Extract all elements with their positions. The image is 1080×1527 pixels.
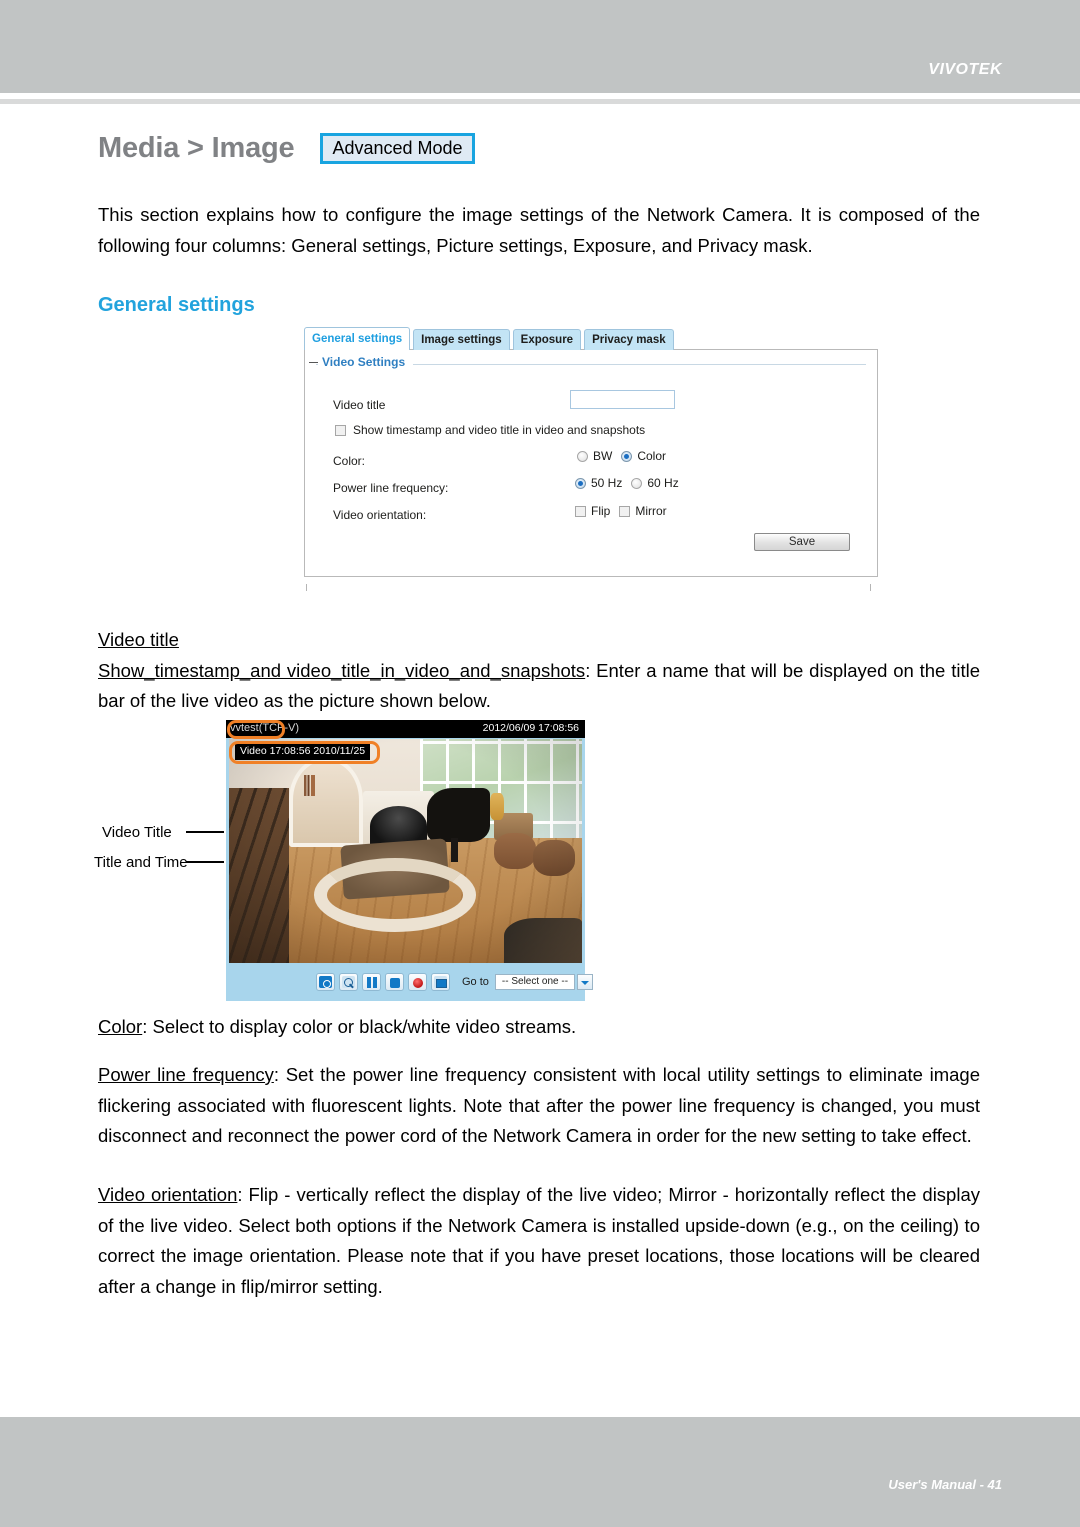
digital-zoom-button[interactable] xyxy=(339,973,358,991)
stop-button[interactable] xyxy=(385,973,404,991)
color-label: Color: xyxy=(333,454,366,468)
goto-select-value[interactable]: -- Select one -- xyxy=(494,974,576,990)
power-line-frequency-label: Power line frequency: xyxy=(333,481,449,495)
show-timestamp-term: Show_timestamp_and video_title_in_video_… xyxy=(98,659,586,681)
general-settings-panel-figure: General settings Image settings Exposure… xyxy=(304,327,878,600)
radio-color-icon[interactable] xyxy=(621,450,633,462)
tab-exposure[interactable]: Exposure xyxy=(512,329,582,350)
tab-general-settings[interactable]: General settings xyxy=(304,327,411,350)
video-control-bar: Go to -- Select one -- xyxy=(226,963,594,1001)
magnifier-icon xyxy=(342,976,355,988)
fullscreen-icon xyxy=(434,976,447,988)
power-option-50hz[interactable]: 50 Hz xyxy=(575,477,622,489)
power-option-60hz-label: 60 Hz xyxy=(647,476,679,490)
advanced-mode-badge[interactable]: Advanced Mode xyxy=(320,133,475,164)
settings-panel-body: Video Settings Video title Show timestam… xyxy=(304,349,878,577)
highlight-box-video-title xyxy=(227,720,285,739)
figure-tick-left xyxy=(306,584,307,591)
video-settings-legend: Video Settings xyxy=(318,356,414,368)
scene-vignette xyxy=(229,739,582,963)
power-line-frequency-paragraph: Power line frequency: Set the power line… xyxy=(98,1060,980,1152)
section-heading-general-settings: General settings xyxy=(98,294,255,316)
stop-icon xyxy=(388,976,401,988)
tab-image-settings[interactable]: Image settings xyxy=(413,329,510,350)
pause-button[interactable] xyxy=(362,973,381,991)
camera-icon xyxy=(319,976,332,988)
record-icon xyxy=(411,976,424,988)
highlight-box-title-and-time xyxy=(229,741,380,764)
video-title-term: Video title xyxy=(98,629,179,650)
color-option-bw-label: BW xyxy=(593,449,613,463)
page-title: Media > Image xyxy=(98,132,295,164)
checkbox-mirror-icon[interactable] xyxy=(619,505,631,517)
video-title-label: Video title xyxy=(333,398,386,412)
power-option-60hz[interactable]: 60 Hz xyxy=(631,476,679,490)
chevron-down-icon[interactable] xyxy=(577,974,594,990)
radio-bw-icon[interactable] xyxy=(577,450,588,462)
show-timestamp-row[interactable]: Show timestamp and video title in video … xyxy=(335,424,645,436)
color-option-color[interactable]: Color xyxy=(621,450,666,462)
collapse-dash-icon[interactable] xyxy=(309,362,318,363)
goto-select[interactable]: -- Select one -- xyxy=(494,974,594,990)
snapshot-button[interactable] xyxy=(316,973,335,991)
video-stage[interactable]: Video 17:08:56 2010/11/25 xyxy=(229,739,582,963)
intro-paragraph: This section explains how to configure t… xyxy=(98,204,980,256)
footer-page-label: User's Manual - 41 xyxy=(888,1477,1002,1492)
orientation-term: Video orientation xyxy=(98,1184,238,1205)
header-divider xyxy=(0,99,1080,104)
live-video-preview-figure: Video Title Title and Time vvtest(TCP-V)… xyxy=(94,720,594,1001)
tab-privacy-mask[interactable]: Privacy mask xyxy=(584,329,674,350)
color-option-bw[interactable]: BW xyxy=(577,450,612,462)
video-player: vvtest(TCP-V) 2012/06/09 17:08:56 Video … xyxy=(226,720,594,1001)
color-option-color-label: Color xyxy=(637,449,667,463)
video-orientation-label: Video orientation: xyxy=(333,508,427,522)
show-timestamp-checkbox[interactable] xyxy=(335,424,346,436)
power-line-term: Power line frequency xyxy=(98,1064,274,1085)
video-title-input[interactable] xyxy=(570,390,675,409)
record-button[interactable] xyxy=(408,973,427,991)
goto-label: Go to xyxy=(462,975,489,988)
page-header-band: VIVOTEK xyxy=(0,0,1080,93)
orientation-option-flip-label: Flip xyxy=(591,504,611,518)
radio-60hz-icon[interactable] xyxy=(631,477,643,489)
orientation-option-mirror-label: Mirror xyxy=(635,504,667,518)
vivotek-logo: VIVOTEK xyxy=(928,61,1002,78)
page-footer-band: User's Manual - 41 xyxy=(0,1417,1080,1527)
settings-tab-bar: General settings Image settings Exposure… xyxy=(304,327,677,350)
power-line-radio-group: 50 Hz 60 Hz xyxy=(575,477,688,489)
video-orientation-checkbox-group: Flip Mirror xyxy=(575,505,676,517)
page-title-row: Media > Image Advanced Mode xyxy=(98,133,475,164)
pause-icon xyxy=(365,976,378,988)
orientation-option-flip[interactable]: Flip xyxy=(575,505,610,517)
checkbox-flip-icon[interactable] xyxy=(575,505,586,517)
orientation-option-mirror[interactable]: Mirror xyxy=(619,504,667,518)
callout-video-title: Video Title xyxy=(102,824,172,841)
color-description: : Select to display color or black/white… xyxy=(142,1016,577,1037)
video-title-bar-timestamp: 2012/06/09 17:08:56 xyxy=(482,722,579,734)
color-radio-group: BW Color xyxy=(577,450,675,462)
callout-video-title-leader xyxy=(186,831,224,833)
power-option-50hz-label: 50 Hz xyxy=(591,476,623,490)
video-title-paragraph: Video title Show_timestamp_and video_tit… xyxy=(98,625,980,717)
callout-title-and-time-leader xyxy=(186,861,224,863)
color-paragraph: Color: Select to display color or black/… xyxy=(98,1012,980,1043)
color-term: Color xyxy=(98,1016,143,1037)
video-orientation-paragraph: Video orientation: Flip - vertically ref… xyxy=(98,1180,980,1302)
figure-tick-right xyxy=(870,584,871,591)
show-timestamp-label: Show timestamp and video title in video … xyxy=(353,423,646,437)
fullscreen-button[interactable] xyxy=(431,973,450,991)
callout-title-and-time: Title and Time xyxy=(94,854,188,871)
save-button[interactable]: Save xyxy=(754,533,850,551)
radio-50hz-icon[interactable] xyxy=(575,477,586,489)
